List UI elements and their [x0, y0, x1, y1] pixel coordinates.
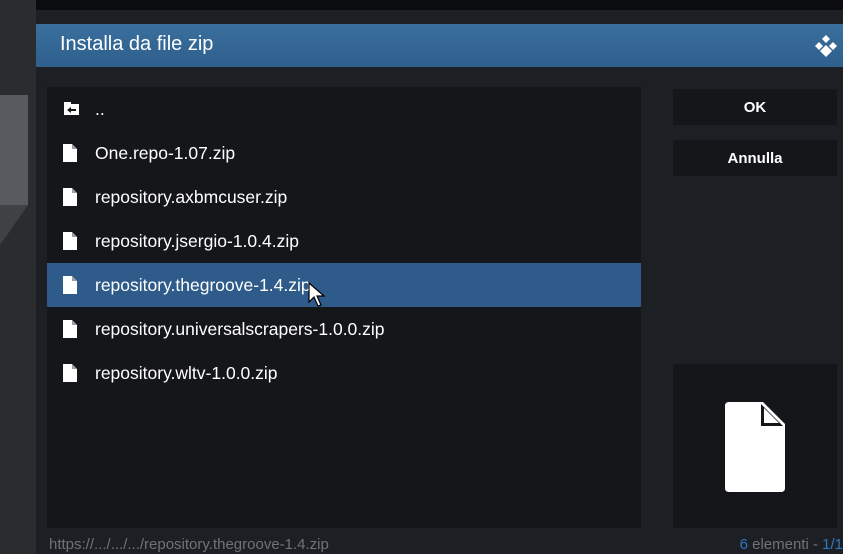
list-item-label: repository.wltv-1.0.0.zip [95, 362, 278, 383]
file-icon [63, 144, 77, 162]
file-preview-panel [673, 364, 837, 528]
list-item-label: repository.jsergio-1.0.4.zip [95, 230, 299, 251]
list-item-label: repository.axbmcuser.zip [95, 186, 288, 207]
list-item-label: repository.thegroove-1.4.zip [95, 274, 311, 295]
item-count-number: 6 [739, 536, 748, 553]
ok-button[interactable]: OK [673, 89, 837, 125]
status-path: https://.../.../.../repository.thegroove… [49, 536, 329, 553]
list-item[interactable]: repository.jsergio-1.0.4.zip [47, 219, 641, 263]
page-indicator: 1/1 [822, 536, 843, 553]
file-list: .. One.repo-1.07.zip repository.axbmcuse… [47, 87, 641, 528]
background-shape [0, 205, 28, 245]
dialog-title: Installa da file zip [60, 33, 214, 55]
list-item-selected[interactable]: repository.thegroove-1.4.zip [47, 263, 641, 307]
item-count: 6 elementi - 1/1 [740, 536, 843, 553]
list-item[interactable]: One.repo-1.07.zip [47, 131, 641, 175]
background-shape [0, 95, 28, 205]
file-icon [63, 188, 77, 206]
mouse-cursor-icon [308, 282, 326, 307]
cancel-button[interactable]: Annulla [673, 140, 837, 176]
list-item-label: repository.universalscrapers-1.0.0.zip [95, 318, 385, 339]
list-item[interactable]: repository.universalscrapers-1.0.0.zip [47, 307, 641, 351]
file-icon [63, 276, 77, 294]
folder-back-icon [64, 102, 79, 115]
file-icon [63, 232, 77, 250]
dialog-header: Installa da file zip [36, 24, 843, 67]
install-from-zip-dialog: Installa da file zip .. One.repo-1.07.zi… [36, 10, 843, 554]
list-item-parent-folder[interactable]: .. [47, 87, 641, 131]
item-count-label: elementi - [747, 536, 823, 553]
list-item[interactable]: repository.wltv-1.0.0.zip [47, 351, 641, 395]
background-panel [0, 0, 36, 554]
file-icon [63, 364, 77, 382]
file-icon [63, 320, 77, 338]
kodi-logo-icon [815, 35, 837, 57]
list-item-label: One.repo-1.07.zip [95, 142, 236, 163]
list-item[interactable]: repository.axbmcuser.zip [47, 175, 641, 219]
list-item-label: .. [95, 98, 105, 119]
file-preview-icon [725, 402, 785, 492]
